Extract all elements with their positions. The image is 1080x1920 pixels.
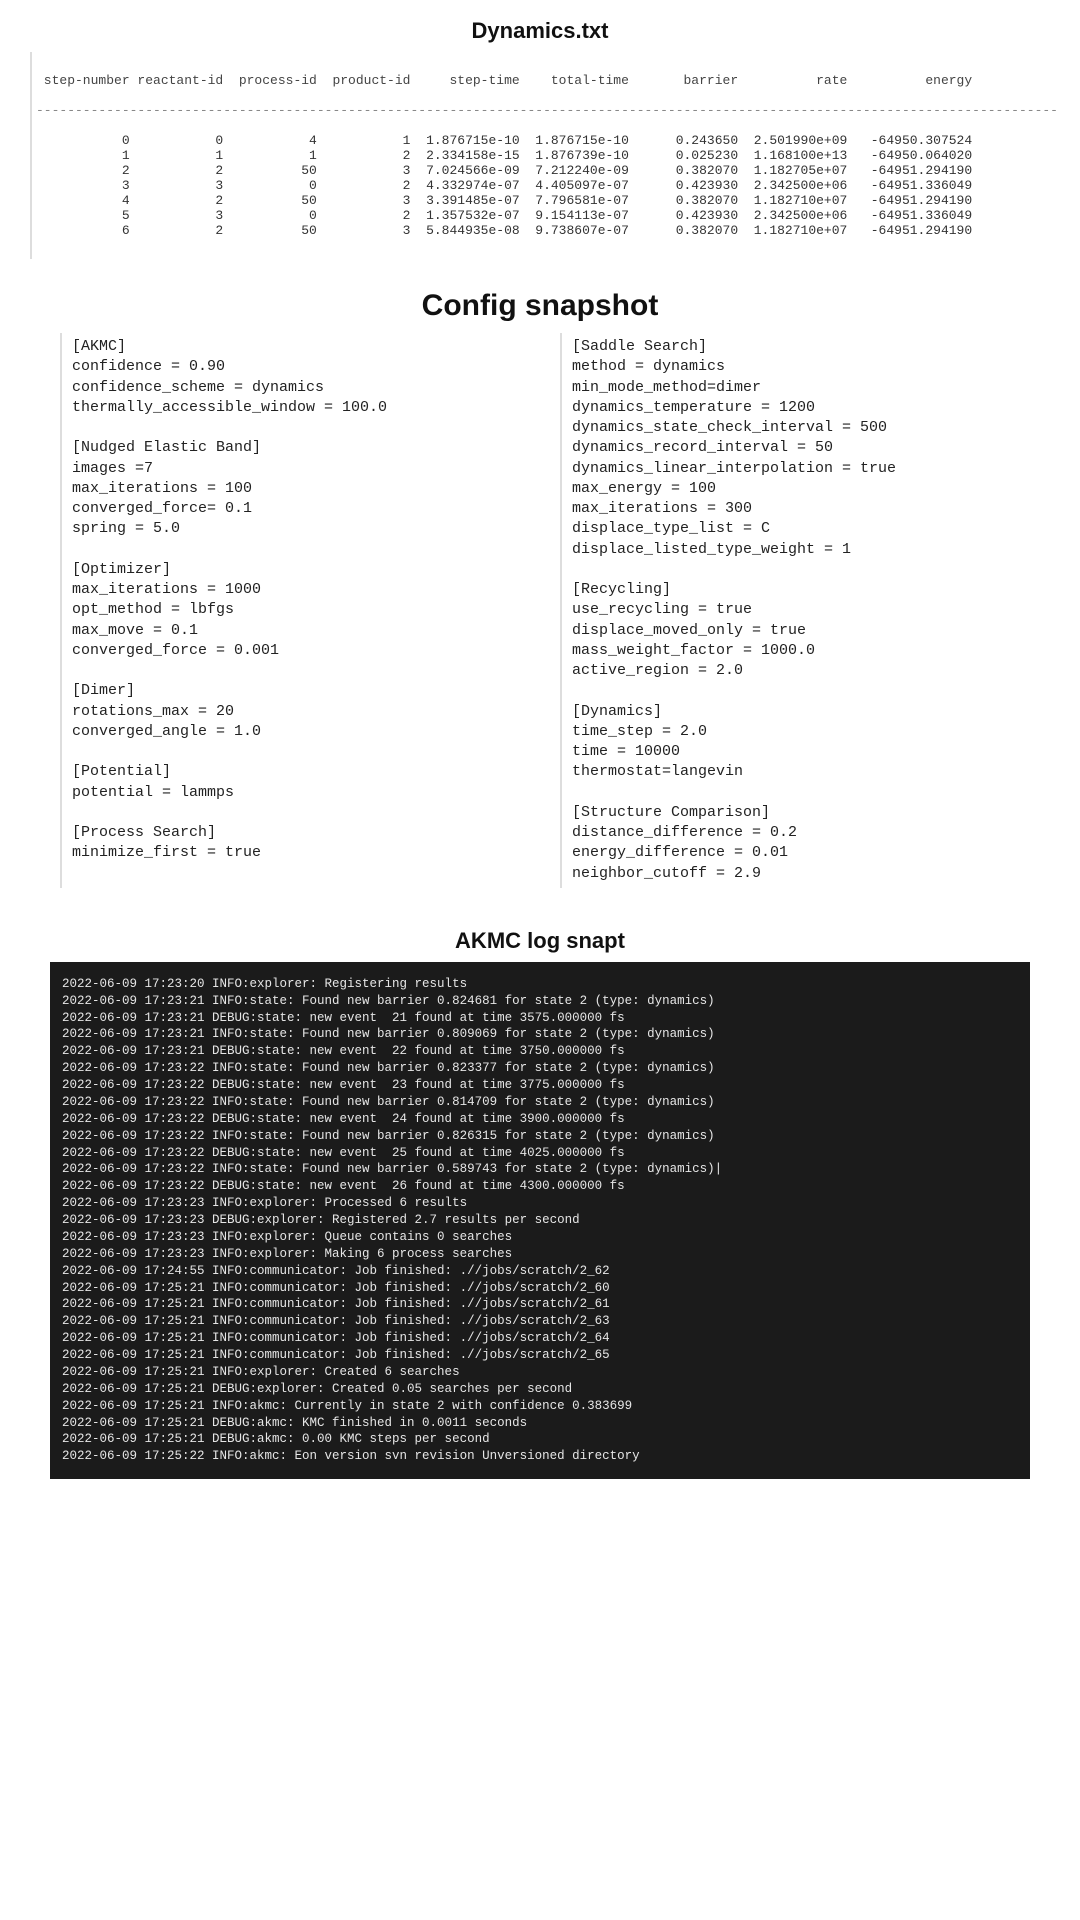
config-right-column: [Saddle Search] method = dynamics min_mo… (560, 333, 1020, 888)
config-title: Config snapshot (10, 289, 1070, 323)
log-terminal: 2022-06-09 17:23:20 INFO:explorer: Regis… (50, 962, 1030, 1479)
dynamics-rows: 0 0 4 1 1.876715e-10 1.876715e-10 0.2436… (36, 133, 1042, 238)
dynamics-header-row: step-number reactant-id process-id produ… (36, 73, 1042, 88)
dynamics-table: step-number reactant-id process-id produ… (30, 52, 1050, 259)
dynamics-separator: ----------------------------------------… (36, 103, 1042, 118)
dynamics-title: Dynamics.txt (10, 18, 1070, 44)
config-left-column: [AKMC] confidence = 0.90 confidence_sche… (60, 333, 520, 888)
config-columns: [AKMC] confidence = 0.90 confidence_sche… (60, 333, 1020, 888)
log-title: AKMC log snapt (10, 928, 1070, 954)
